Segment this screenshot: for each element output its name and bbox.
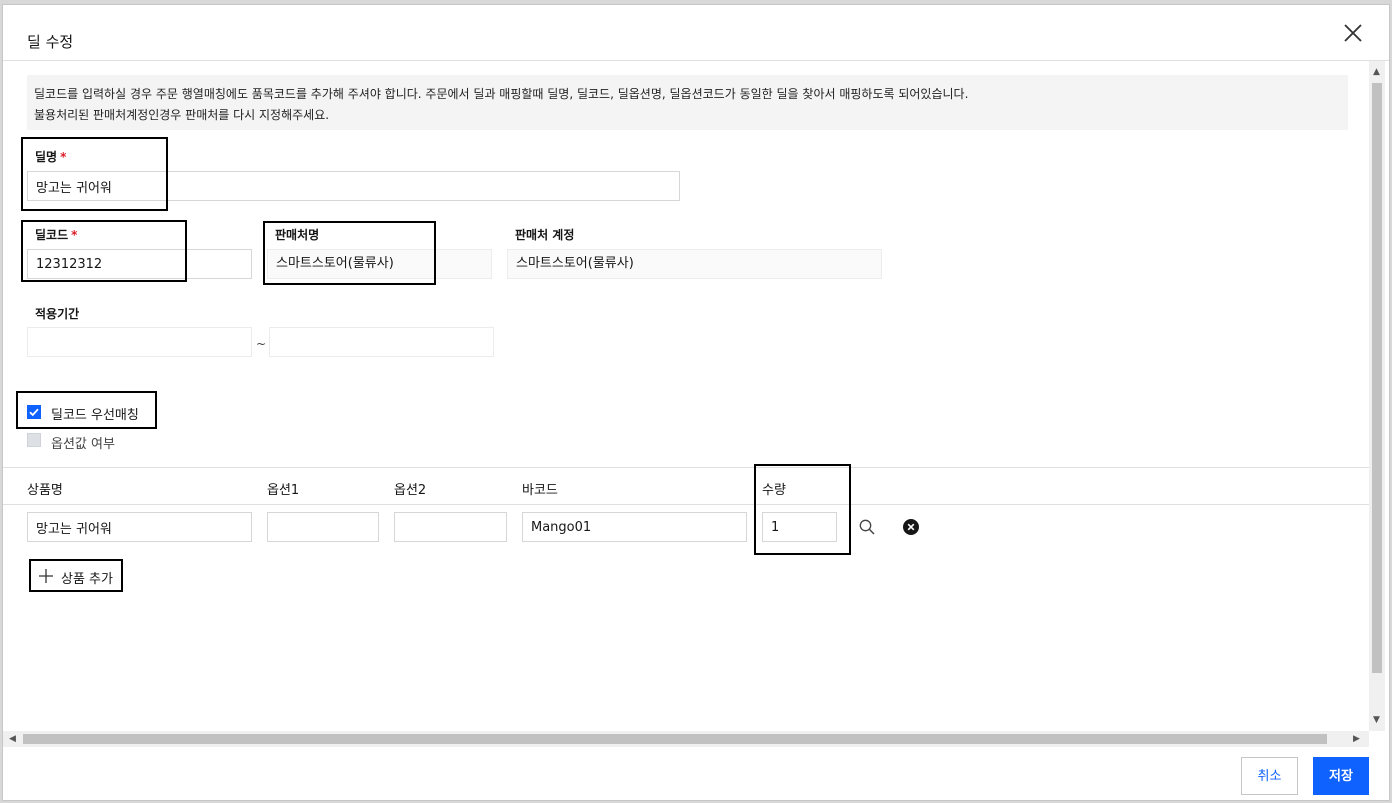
deal-name-input[interactable] — [27, 171, 680, 201]
table-top-divider — [3, 467, 1369, 468]
period-end-input[interactable] — [269, 327, 494, 357]
col-header-option1: 옵션1 — [267, 483, 300, 498]
product-name-input[interactable] — [27, 512, 252, 542]
required-mark: * — [60, 150, 67, 164]
period-start-input[interactable] — [27, 327, 252, 357]
priority-match-label: 딜코드 우선매칭 — [51, 408, 139, 423]
scroll-down-icon[interactable]: ▼ — [1373, 715, 1380, 725]
option-value-checkbox[interactable] — [27, 433, 41, 447]
notice-line-1: 딜코드를 입력하실 경우 주문 행열매칭에도 품목코드를 추가해 주셔야 합니다… — [34, 87, 969, 101]
period-separator: ~ — [256, 337, 267, 351]
close-icon[interactable] — [1341, 21, 1365, 45]
notice-line-2: 불용처리된 판매처계정인경우 판매처를 다시 지정해주세요. — [34, 108, 330, 122]
period-label: 적용기간 — [35, 307, 80, 321]
cancel-button[interactable]: 취소 — [1241, 757, 1298, 795]
add-product-label: 상품 추가 — [61, 572, 113, 587]
seller-name-field[interactable]: 스마트스토어(물류사) — [267, 249, 492, 279]
option1-input[interactable] — [267, 512, 379, 542]
horizontal-scroll-thumb[interactable] — [23, 734, 1327, 744]
checkmark-icon — [29, 408, 39, 417]
seller-account-field[interactable]: 스마트스토어(물류사) — [507, 249, 882, 279]
col-header-option2: 옵션2 — [394, 483, 427, 498]
modal-header: 딜 수정 — [3, 5, 1389, 61]
required-mark: * — [71, 228, 78, 242]
col-header-product-name: 상품명 — [27, 483, 63, 498]
plus-icon — [39, 569, 53, 583]
remove-row-icon[interactable] — [902, 518, 920, 540]
seller-account-label: 판매처 계정 — [515, 228, 575, 242]
deal-code-input[interactable] — [27, 249, 252, 279]
priority-match-checkbox[interactable] — [27, 405, 41, 419]
scroll-left-icon[interactable]: ◀ — [9, 734, 16, 744]
qty-input[interactable] — [762, 512, 837, 542]
vertical-scrollbar[interactable]: ▲ ▼ — [1369, 61, 1385, 731]
deal-code-label: 딜코드 * — [35, 228, 78, 242]
scroll-right-icon[interactable]: ▶ — [1353, 734, 1360, 744]
col-header-qty: 수량 — [762, 483, 786, 498]
horizontal-scrollbar[interactable]: ◀ ▶ — [3, 731, 1369, 747]
notice-box: 딜코드를 입력하실 경우 주문 행열매칭에도 품목코드를 추가해 주셔야 합니다… — [27, 75, 1348, 130]
option2-input[interactable] — [394, 512, 507, 542]
scroll-up-icon[interactable]: ▲ — [1373, 67, 1380, 77]
modal-title: 딜 수정 — [27, 33, 74, 51]
table-header-divider — [3, 504, 1369, 505]
seller-name-label: 판매처명 — [275, 228, 320, 242]
deal-edit-modal: 딜 수정 딜코드를 입력하실 경우 주문 행열매칭에도 품목코드를 추가해 주셔… — [2, 4, 1390, 801]
vertical-scroll-thumb[interactable] — [1372, 83, 1382, 673]
col-header-barcode: 바코드 — [522, 483, 558, 498]
search-icon[interactable] — [858, 518, 876, 540]
option-value-label: 옵션값 여부 — [51, 437, 115, 452]
barcode-input[interactable] — [522, 512, 747, 542]
deal-name-label: 딜명 * — [35, 150, 67, 164]
save-button[interactable]: 저장 — [1313, 757, 1369, 795]
